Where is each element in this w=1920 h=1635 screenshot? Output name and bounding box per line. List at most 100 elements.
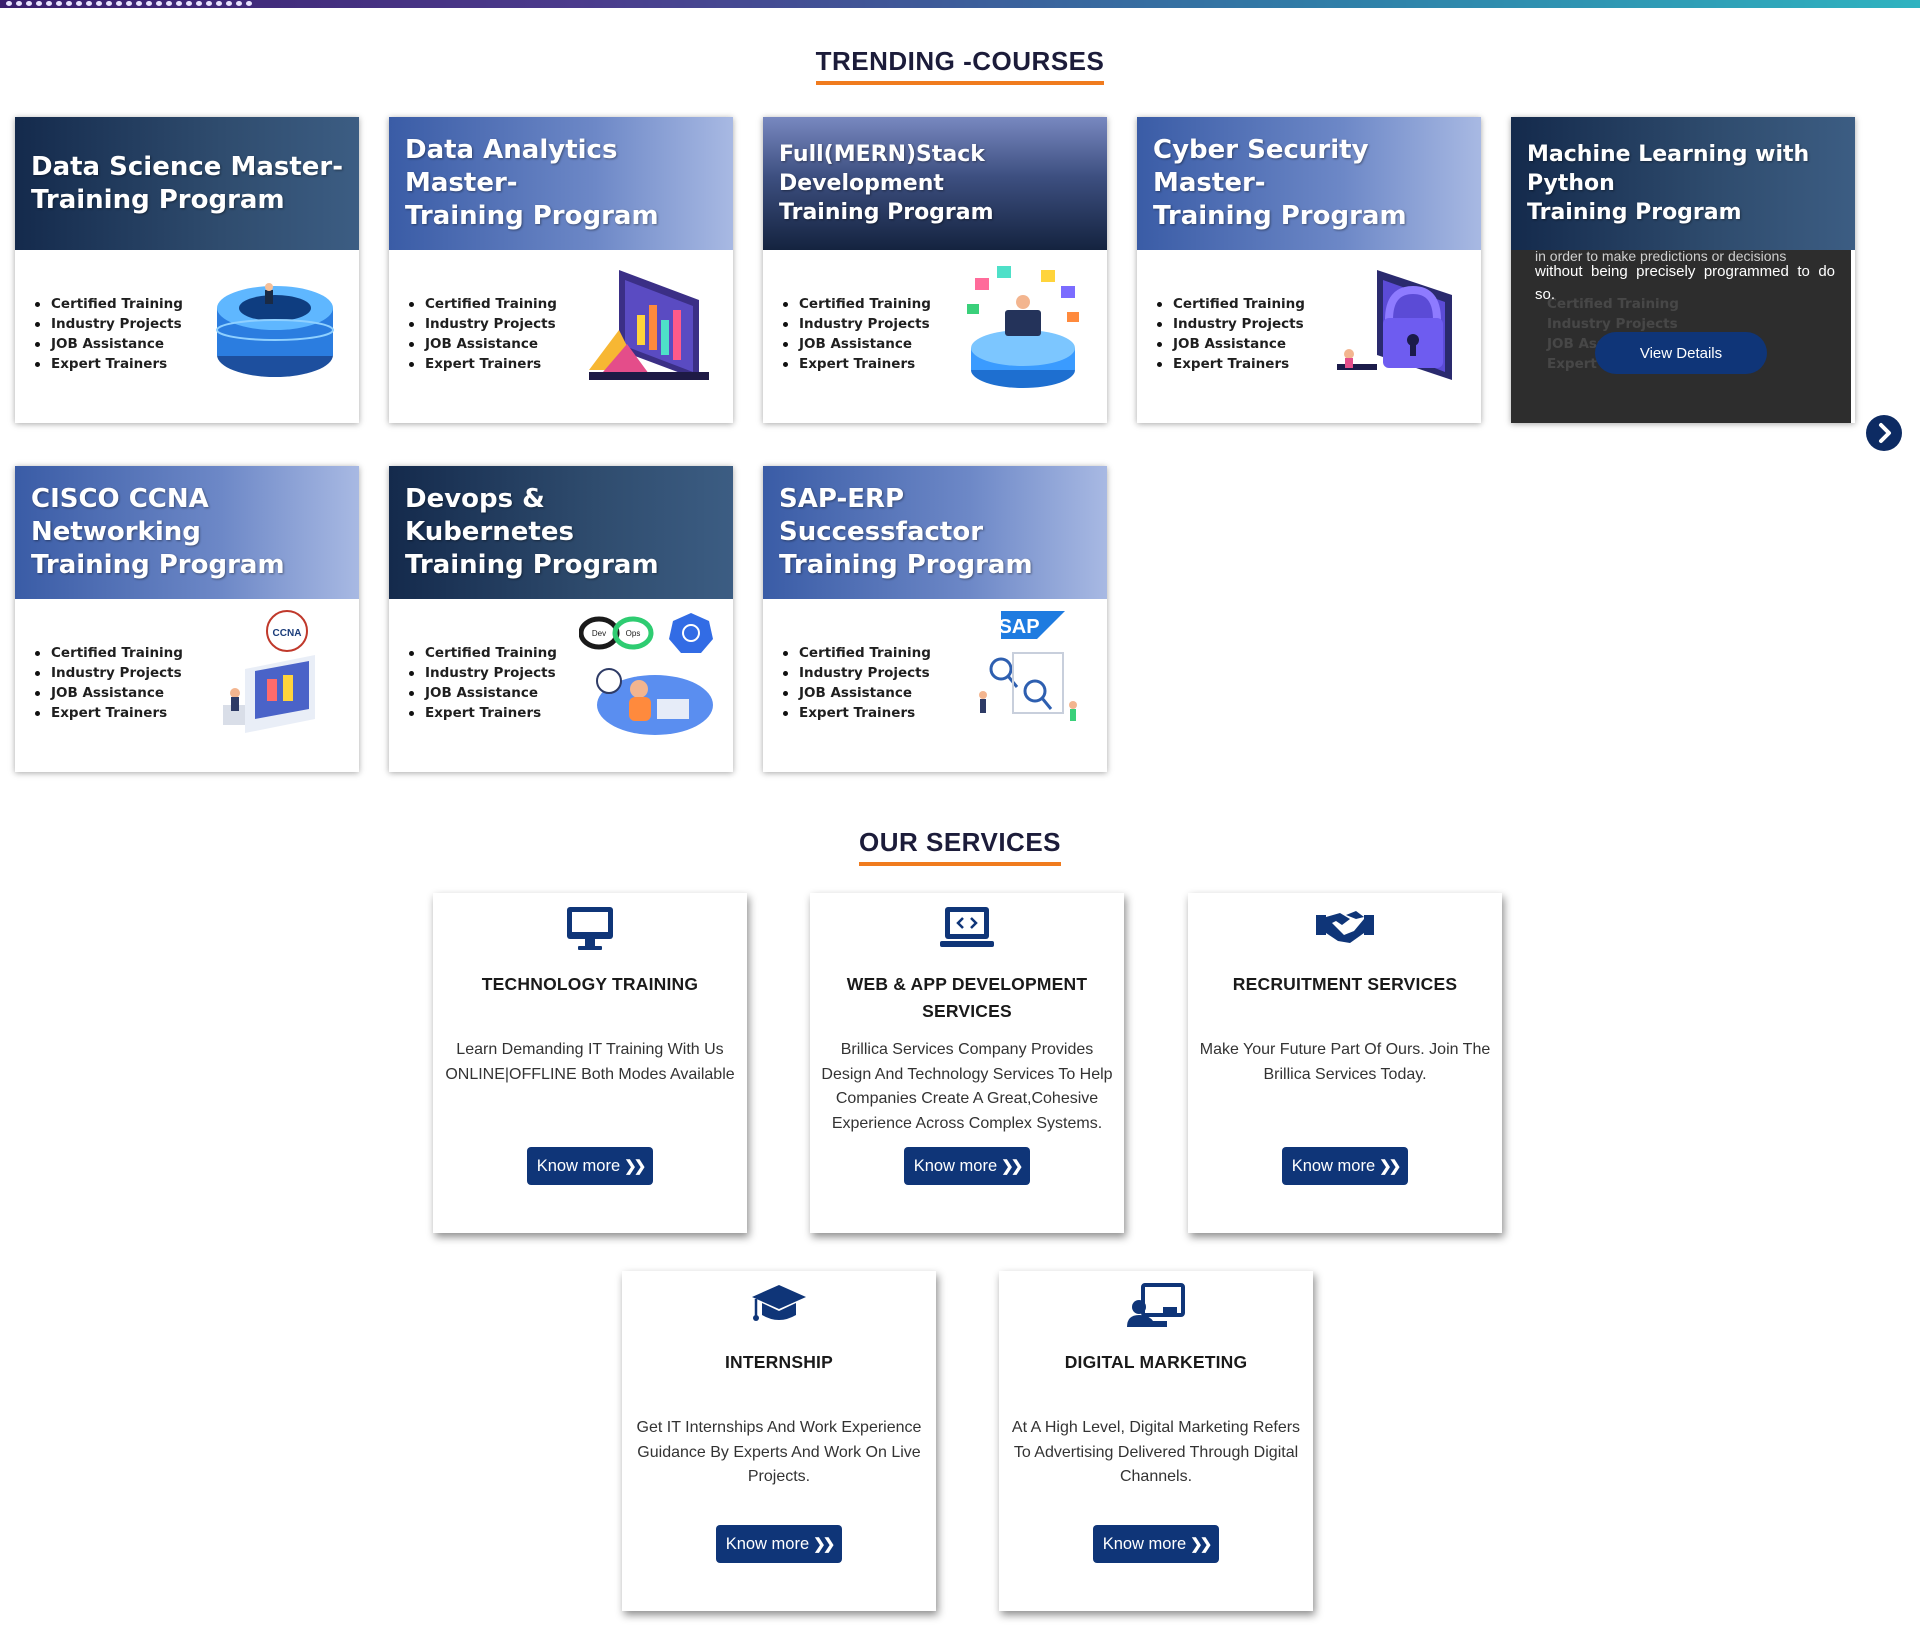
carousel-next-button[interactable] [1866, 415, 1902, 451]
course-header: Full(MERN)Stack Development Training Pro… [763, 117, 1107, 250]
feature-item: Industry Projects [781, 314, 931, 334]
presentation-icon [1127, 1283, 1185, 1327]
know-more-button[interactable]: Know more ❯❯ [716, 1525, 842, 1563]
know-more-button[interactable]: Know more ❯❯ [1282, 1147, 1408, 1185]
feature-item: JOB Assistance [33, 683, 183, 703]
double-chevron-icon: ❯❯ [624, 1158, 646, 1175]
feature-item: Industry Projects [781, 663, 931, 683]
service-description: Learn Demanding IT Training With Us ONLI… [445, 1041, 735, 1083]
service-title: DIGITAL MARKETING [1064, 1352, 1248, 1372]
course-features: Certified Training Industry Projects JOB… [33, 294, 183, 374]
service-title: INTERNSHIP [725, 1352, 833, 1372]
services-heading: OUR SERVICES [858, 827, 1061, 866]
service-title: WEB & APP DEVELOPMENT SERVICES [846, 974, 1088, 1021]
course-features: Certified Training Industry Projects JOB… [781, 294, 931, 374]
course-features: Certified Training Industry Projects JOB… [407, 643, 557, 723]
data-analytics-illustration [589, 270, 709, 380]
service-icon-wrap [622, 1283, 936, 1333]
double-chevron-icon: ❯❯ [1379, 1158, 1401, 1175]
course-header: Data Analytics Master- Training Program [389, 117, 733, 250]
course-features: Certified Training Industry Projects JOB… [407, 294, 557, 374]
handshake-icon [1316, 911, 1374, 943]
service-title: TECHNOLOGY TRAINING [481, 974, 699, 994]
know-more-label: Know more [1291, 1156, 1376, 1175]
service-description: At A High Level, Digital Marketing Refer… [1011, 1419, 1301, 1485]
devops-ops-text: Ops [626, 629, 641, 638]
course-card-sap-erp[interactable]: SAP-ERP Successfactor Training Program C… [763, 466, 1107, 772]
ccna-illustration: CCNA [223, 610, 315, 733]
service-icon-wrap [433, 905, 747, 955]
course-description: without being precisely programmed to do… [1535, 263, 1835, 303]
feature-item: Industry Projects [33, 314, 183, 334]
course-title: Data Analytics Master- Training Program [405, 135, 659, 231]
feature-item: JOB Assistance [33, 334, 183, 354]
feature-item: Certified Training [781, 294, 931, 314]
feature-item: JOB Assistance [407, 334, 557, 354]
service-icon-wrap [999, 1283, 1313, 1333]
feature-item: Industry Projects [33, 663, 183, 683]
course-title: Data Science Master- Training Program [31, 151, 344, 215]
course-features: Certified Training Industry Projects JOB… [33, 643, 183, 723]
know-more-button[interactable]: Know more ❯❯ [904, 1147, 1030, 1185]
feature-item: Certified Training [33, 643, 183, 663]
course-hover-overlay: Certified Training Industry Projects JOB… [1511, 248, 1851, 423]
feature-item: JOB Assistance [781, 334, 931, 354]
service-icon-wrap [1188, 905, 1502, 955]
feature-item: Certified Training [33, 294, 183, 314]
full-stack-illustration [967, 266, 1079, 388]
know-more-button[interactable]: Know more ❯❯ [527, 1147, 653, 1185]
know-more-button[interactable]: Know more ❯❯ [1093, 1525, 1219, 1563]
course-header: CISCO CCNA Networking Training Program [15, 466, 359, 599]
feature-item: JOB Assistance [781, 683, 931, 703]
course-title: CISCO CCNA Networking Training Program [31, 484, 285, 580]
course-card-mern-stack[interactable]: Full(MERN)Stack Development Training Pro… [763, 117, 1107, 423]
service-card-technology-training: TECHNOLOGY TRAINING Learn Demanding IT T… [433, 893, 747, 1233]
service-icon-wrap [810, 905, 1124, 955]
feature-item: Industry Projects [1155, 314, 1305, 334]
course-header: SAP-ERP Successfactor Training Program [763, 466, 1107, 599]
courses-heading-wrap: TRENDING -COURSES [0, 46, 1920, 85]
chevron-right-icon [1879, 423, 1891, 443]
courses-heading: TRENDING -COURSES [815, 46, 1105, 85]
course-card-data-analytics[interactable]: Data Analytics Master- Training Program … [389, 117, 733, 423]
view-details-button[interactable]: View Details [1595, 332, 1767, 374]
course-features: Certified Training Industry Projects JOB… [781, 643, 931, 723]
feature-item: Certified Training [407, 294, 557, 314]
course-card-ccna[interactable]: CISCO CCNA Networking Training Program C… [15, 466, 359, 772]
service-card-internship: INTERNSHIP Get IT Internships And Work E… [622, 1271, 936, 1611]
feature-item: Expert Trainers [33, 703, 183, 723]
course-header: Machine Learning with Python Training Pr… [1511, 117, 1855, 250]
know-more-label: Know more [725, 1534, 810, 1553]
service-description: Get IT Internships And Work Experience G… [636, 1419, 922, 1485]
feature-item: Certified Training [1155, 294, 1305, 314]
double-chevron-icon: ❯❯ [813, 1536, 835, 1553]
monitor-icon [567, 907, 613, 950]
feature-item: Industry Projects [407, 663, 557, 683]
devops-dev-text: Dev [592, 629, 606, 638]
feature-item: JOB Assistance [407, 683, 557, 703]
course-card-cyber-security[interactable]: Cyber Security Master- Training Program … [1137, 117, 1481, 423]
ccna-badge-text: CCNA [273, 628, 302, 639]
course-card-data-science[interactable]: Data Science Master- Training Program Ce… [15, 117, 359, 423]
course-title: Cyber Security Master- Training Program [1153, 135, 1407, 231]
cyber-security-illustration [1337, 270, 1452, 380]
course-card-devops[interactable]: Devops & Kubernetes Training Program Cer… [389, 466, 733, 772]
feature-item: Certified Training [781, 643, 931, 663]
course-card-machine-learning[interactable]: Machine Learning with Python Training Pr… [1511, 117, 1855, 423]
top-gradient-bar [0, 0, 1920, 8]
devops-illustration: Dev Ops [579, 613, 713, 735]
course-features: Certified Training Industry Projects JOB… [1155, 294, 1305, 374]
feature-item: JOB Assistance [1155, 334, 1305, 354]
feature-item: Industry Projects [1547, 316, 1678, 332]
feature-item: Expert Trainers [407, 354, 557, 374]
data-science-illustration [216, 283, 334, 377]
loading-dots [6, 1, 252, 6]
service-description: Make Your Future Part Of Ours. Join The … [1199, 1041, 1491, 1083]
know-more-label: Know more [536, 1156, 621, 1175]
service-description: Brillica Services Company Provides Desig… [821, 1041, 1113, 1132]
service-title: RECRUITMENT SERVICES [1232, 974, 1458, 994]
service-card-recruitment: RECRUITMENT SERVICES Make Your Future Pa… [1188, 893, 1502, 1233]
feature-item: Industry Projects [407, 314, 557, 334]
feature-item: Expert Trainers [781, 354, 931, 374]
feature-item: Certified Training [407, 643, 557, 663]
